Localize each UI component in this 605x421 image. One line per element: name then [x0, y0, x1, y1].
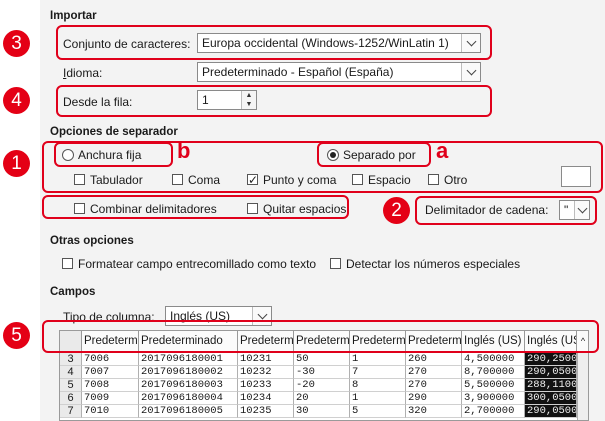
idioma-select[interactable]: Predeterminado - Español (España): [197, 62, 481, 82]
annotation-box-combinar: [42, 195, 349, 219]
annotation-box-charset: [56, 25, 492, 60]
section-separador: Opciones de separador: [50, 126, 178, 138]
idioma-value: Predeterminado - Español (España): [202, 65, 394, 79]
annotation-box-grid: [42, 320, 599, 353]
badge-1: 1: [3, 150, 30, 177]
annotation-box-anchura: [54, 142, 173, 167]
section-importar: Importar: [50, 10, 97, 22]
table-row: 5 7008 2017096180003 10233 -20 8 270 5,5…: [60, 379, 588, 392]
detectar-label: Detectar los números especiales: [346, 257, 521, 271]
badge-4: 4: [3, 87, 30, 114]
table-row: 3 7006 2017096180001 10231 50 1 260 4,50…: [60, 353, 588, 366]
checkbox-formatear[interactable]: [62, 258, 73, 269]
table-row: 7 7010 2017096180005 10235 30 5 320 2,70…: [60, 405, 588, 418]
annotation-letter-b: b: [177, 138, 191, 163]
badge-2: 2: [383, 197, 410, 224]
badge-3: 3: [3, 30, 30, 57]
checkbox-detectar[interactable]: [330, 258, 341, 269]
vertical-scrollbar[interactable]: [577, 353, 588, 420]
annotation-box-desde: [56, 85, 492, 117]
section-otras: Otras opciones: [50, 235, 134, 247]
table-row: 4 7007 2017096180002 10232 -30 7 270 8,7…: [60, 366, 588, 379]
annotation-box-separado: [317, 142, 431, 167]
section-campos: Campos: [50, 286, 96, 298]
idioma-label: Idioma:: [63, 66, 103, 80]
table-row: 6 7009 2017096180004 10234 20 1 290 3,90…: [60, 392, 588, 405]
annotation-letter-a: a: [436, 138, 449, 163]
annotation-box-delimitador: [415, 196, 597, 225]
badge-5: 5: [3, 322, 30, 349]
formatear-label: Formatear campo entrecomillado como text…: [78, 257, 317, 271]
chevron-down-icon[interactable]: [461, 63, 480, 81]
